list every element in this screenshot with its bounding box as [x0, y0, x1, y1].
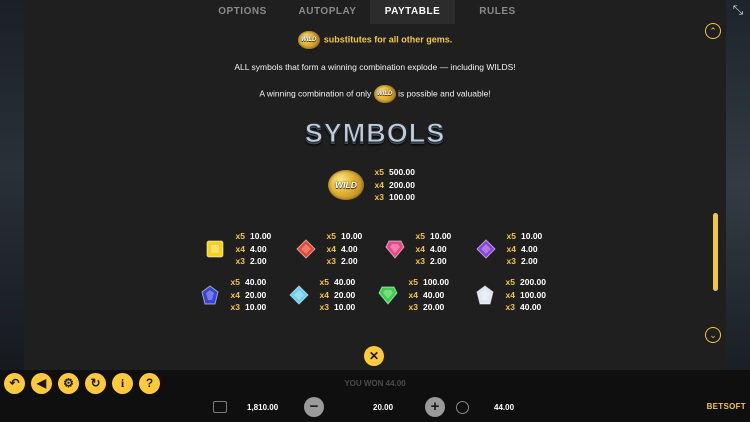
white-gem-paytable: x5 200.00 x4 100.00 x3 40.00 [475, 276, 546, 314]
wild-combo-line: A winning combination of only WILD is po… [24, 85, 726, 103]
yellow-gem-icon [205, 239, 225, 259]
wild-substitute-text: substitutes for all other gems. [323, 34, 453, 45]
pay-rows: x5 40.00 x4 20.00 x3 10.00 [317, 276, 356, 314]
pay-row: x5 10.00 [506, 231, 543, 241]
green-gem-paytable: x5 100.00 x4 40.00 x3 20.00 [378, 276, 449, 314]
pink-gem-icon [385, 239, 405, 259]
tab-bar: OPTIONS AUTOPLAY PAYTABLE RULES [200, 0, 540, 24]
compress-icon[interactable]: ⤡ [730, 2, 746, 18]
pay-row: x3 40.00 [505, 302, 542, 312]
wild-icon: WILD [297, 31, 320, 49]
pay-row: x5 10.00 [415, 231, 452, 241]
pay-row: x4 4.00 [415, 243, 447, 254]
pay-row: x5 10.00 [326, 231, 363, 241]
win-value: 44.00 [494, 403, 515, 412]
tab-autoplay[interactable]: AUTOPLAY [285, 0, 370, 24]
background-left [0, 0, 24, 370]
pay-row: x3 10.00 [230, 302, 267, 312]
pay-row: x4 20.00 [230, 289, 267, 300]
yellow-gem-paytable: x5 10.00 x4 4.00 x3 2.00 [205, 230, 271, 268]
pay-row: x4 100.00 [505, 289, 546, 300]
pay-row: x3 2.00 [326, 256, 358, 266]
win-message: YOU WON 44.00 [344, 379, 406, 388]
wallet-icon [213, 401, 227, 413]
red-gem-paytable: x5 10.00 x4 4.00 x3 2.00 [296, 230, 362, 268]
bottom-bar: ↶ ◀ ⚙ ↻ i ? YOU WON 44.00 1,810.00 − 20.… [0, 370, 750, 422]
pay-row: x4 4.00 [235, 243, 267, 254]
cyan-gem-paytable: x5 40.00 x4 20.00 x3 10.00 [289, 276, 355, 314]
pay-row: x5 10.00 [235, 231, 272, 241]
scroll-down-button[interactable]: ⌄ [705, 327, 721, 343]
pay-rows: x5 100.00 x4 40.00 x3 20.00 [406, 276, 449, 314]
coin-icon [456, 401, 469, 414]
decrease-bet-button[interactable]: − [304, 397, 324, 417]
pay-row: x4 200.00 [374, 179, 415, 190]
pay-row: x3 2.00 [235, 256, 267, 266]
blue-gem-icon [200, 285, 220, 305]
wild-icon: WILD [373, 85, 396, 103]
pink-gem-paytable: x5 10.00 x4 4.00 x3 2.00 [385, 230, 451, 268]
red-gem-icon [296, 239, 316, 259]
pay-row: x4 4.00 [326, 243, 358, 254]
pay-row: x5 100.00 [408, 277, 449, 287]
pay-rows: x5 10.00 x4 4.00 x3 2.00 [413, 230, 452, 268]
pay-row: x5 200.00 [505, 277, 546, 287]
explode-rule-text: ALL symbols that form a winning combinat… [234, 62, 516, 72]
background-right [726, 0, 750, 370]
purple-gem-icon [476, 239, 496, 259]
tab-options[interactable]: OPTIONS [200, 0, 285, 24]
bet-value: 20.00 [373, 403, 394, 412]
brand-logo: BETSOFT [706, 402, 746, 411]
pay-row: x3 2.00 [415, 256, 447, 266]
wild-icon: WILD [328, 169, 364, 200]
pay-row: x3 2.00 [506, 256, 538, 266]
tab-paytable[interactable]: PAYTABLE [370, 0, 455, 24]
cyan-gem-icon [289, 285, 309, 305]
balance-value: 1,810.00 [247, 403, 279, 412]
pay-rows: x5 10.00 x4 4.00 x3 2.00 [233, 230, 272, 268]
pay-row: x4 4.00 [506, 243, 538, 254]
pay-row: x5 500.00 [374, 167, 415, 177]
wild-substitute-line: WILD substitutes for all other gems. [24, 31, 726, 49]
pay-rows: x5 200.00 x4 100.00 x3 40.00 [503, 276, 546, 314]
pay-rows: x5 40.00 x4 20.00 x3 10.00 [228, 276, 267, 314]
blue-gem-paytable: x5 40.00 x4 20.00 x3 10.00 [200, 276, 266, 314]
pay-rows: x5 10.00 x4 4.00 x3 2.00 [504, 230, 543, 268]
wild-paytable: WILD x5 500.00 x4 200.00 x3 100.00 [328, 166, 415, 204]
increase-bet-button[interactable]: + [425, 397, 445, 417]
white-gem-icon [475, 285, 495, 305]
pay-row: x5 40.00 [230, 277, 267, 287]
pay-row: x5 40.00 [319, 277, 356, 287]
pay-row: x4 40.00 [408, 289, 445, 300]
wild-pays: x5 500.00 x4 200.00 x3 100.00 [372, 166, 415, 204]
scrollbar-thumb[interactable] [713, 213, 718, 291]
green-gem-icon [378, 285, 398, 305]
scroll-up-button[interactable]: ⌃ [705, 23, 721, 39]
pay-row: x3 20.00 [408, 302, 445, 312]
tab-rules[interactable]: RULES [455, 0, 540, 24]
purple-gem-paytable: x5 10.00 x4 4.00 x3 2.00 [476, 230, 542, 268]
pay-row: x3 10.00 [319, 302, 356, 312]
pay-row: x4 20.00 [319, 289, 356, 300]
pay-rows: x5 10.00 x4 4.00 x3 2.00 [324, 230, 363, 268]
pay-row: x3 100.00 [374, 192, 415, 202]
close-button[interactable]: ✕ [364, 346, 384, 366]
symbols-title: SYMBOLS [304, 118, 446, 149]
